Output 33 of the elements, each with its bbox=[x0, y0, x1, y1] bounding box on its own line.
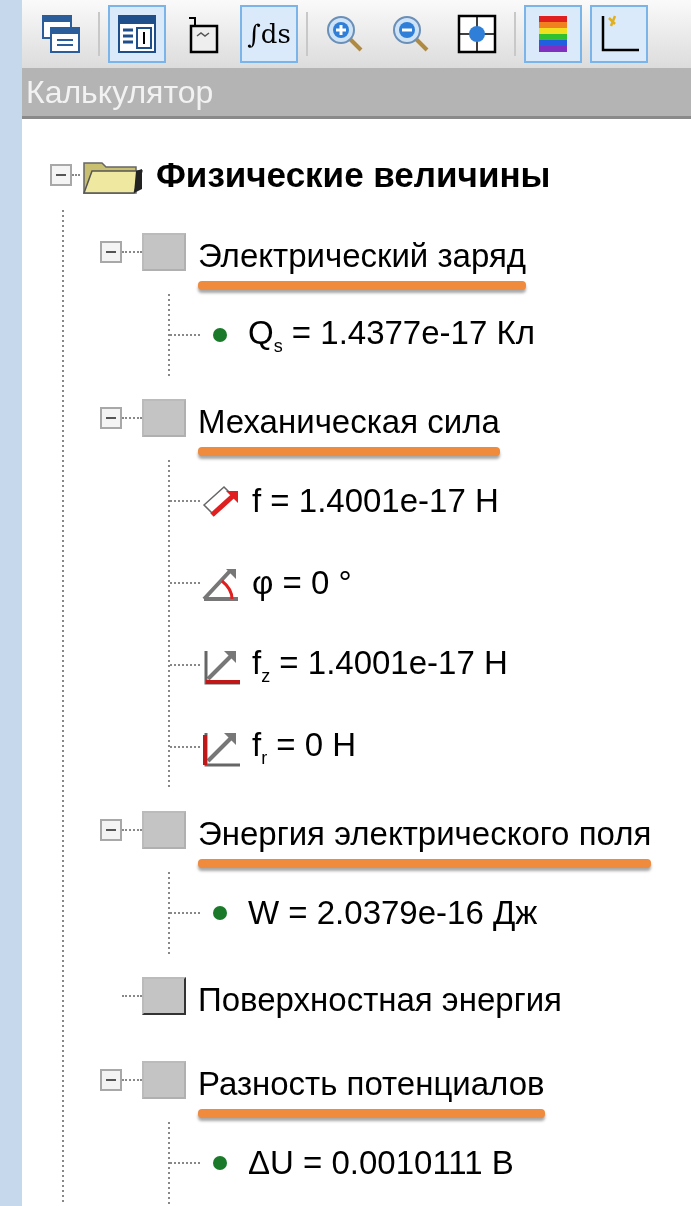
toolbar-button[interactable] bbox=[590, 5, 648, 63]
category-icon bbox=[142, 233, 186, 271]
value-label: ΔU = 0.0010111 В bbox=[248, 1144, 514, 1182]
tree-root-label[interactable]: Физические величины bbox=[156, 154, 551, 195]
tree-item-label[interactable]: Механическая сила bbox=[198, 402, 500, 441]
collapse-toggle[interactable] bbox=[100, 241, 122, 263]
tree-item-label[interactable]: Электрический заряд bbox=[198, 236, 527, 275]
dot-icon bbox=[213, 906, 227, 920]
dot-icon bbox=[213, 1156, 227, 1170]
value-label: W = 2.0379e-16 Дж bbox=[248, 894, 538, 932]
collapse-toggle[interactable] bbox=[100, 1069, 122, 1091]
windows-icon bbox=[39, 12, 83, 56]
category-icon bbox=[142, 977, 186, 1015]
integral-button[interactable]: ∫ds bbox=[240, 5, 298, 63]
panel-header: Калькулятор bbox=[22, 68, 691, 119]
fit-icon bbox=[455, 12, 499, 56]
tree-item-label[interactable]: Поверхностная энергия bbox=[198, 980, 562, 1019]
collapse-toggle[interactable] bbox=[100, 819, 122, 841]
value-label: Q$_{s}$ = 1.4377e-17 Кл bbox=[248, 313, 535, 357]
category-icon bbox=[142, 1061, 186, 1099]
category-icon bbox=[142, 811, 186, 849]
collapse-toggle[interactable] bbox=[100, 407, 122, 429]
value-label: φ = 0 ° bbox=[252, 564, 352, 602]
toolbar-button[interactable] bbox=[108, 5, 166, 63]
tree-item-label[interactable]: Разность потенциалов bbox=[198, 1064, 545, 1103]
value-label: f$_{z}$ = 1.4001e-17 Н bbox=[252, 643, 508, 687]
value-label: f = 1.4001e-17 Н bbox=[252, 482, 499, 520]
dot-icon bbox=[213, 328, 227, 342]
tree-item-label[interactable]: Энергия электрического поля bbox=[198, 814, 652, 853]
value-label: f$_{r}$ = 0 Н bbox=[252, 725, 357, 769]
collapse-toggle[interactable] bbox=[50, 163, 72, 186]
table-icon bbox=[115, 12, 159, 56]
category-icon bbox=[142, 399, 186, 437]
